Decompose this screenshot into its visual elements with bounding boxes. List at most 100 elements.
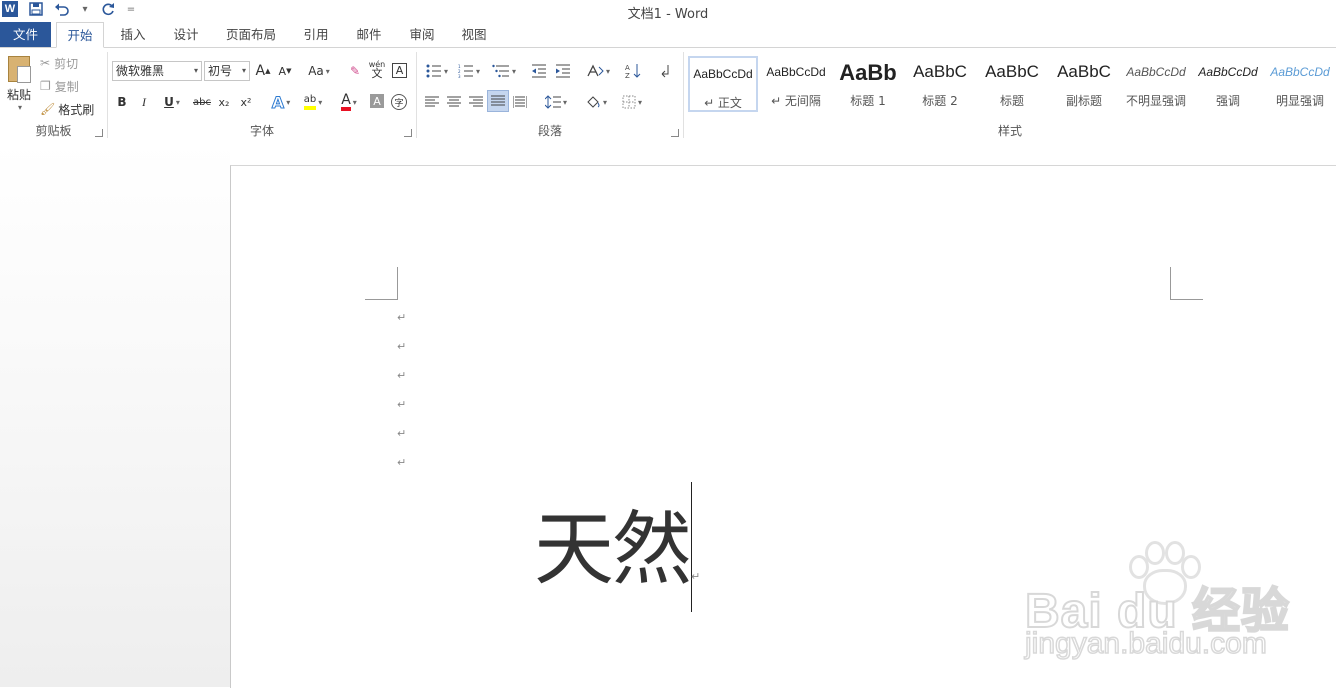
font-color-button[interactable]: A ▾ [334,92,364,112]
margin-corner-left [365,267,398,300]
sort-button[interactable]: AZ [623,61,643,81]
show-hide-marks-button[interactable] [655,61,675,81]
align-left-button[interactable] [423,92,441,112]
svg-text:3: 3 [458,74,461,78]
clear-formatting-button[interactable]: ✎ [346,61,364,81]
enclose-characters-button[interactable]: 字 [390,92,408,112]
font-size-value: 初号 [208,64,233,78]
borders-button[interactable]: ▾ [617,92,647,112]
multilevel-list-icon [492,64,509,78]
text-effects-icon: A [271,92,285,112]
shrink-font-button[interactable]: A ▼ [276,61,294,81]
character-shading-button[interactable]: A [370,94,384,108]
increase-indent-button[interactable] [553,61,573,81]
window-title: 文档1 - Word [627,7,709,22]
dialog-launcher-icon[interactable] [404,129,412,137]
bold-button[interactable]: B [114,92,130,112]
tab-design[interactable]: 设计 [164,22,208,48]
ribbon: 粘贴 ▾ ✂ 剪切 ❐ 复制 🖌 格式刷 剪贴板 微软雅黑 ▾ 初号 ▾ A ▲ … [0,47,1336,142]
bullets-icon [426,64,441,78]
scissors-icon: ✂ [40,56,51,70]
copy-icon: ❐ [40,79,51,93]
enclose-characters-icon: 字 [391,94,407,110]
tab-home[interactable]: 开始 [56,22,104,48]
copy-button[interactable]: ❐ 复制 [40,77,79,95]
phonetic-guide-button[interactable]: wén 文 [368,59,386,79]
numbering-button[interactable]: 1 2 3 ▾ [455,61,483,81]
tab-view[interactable]: 视图 [452,22,496,48]
dialog-launcher-icon[interactable] [671,129,679,137]
italic-button[interactable]: I [136,92,152,112]
text-cursor [691,482,692,612]
align-right-icon [469,96,483,107]
shrink-font-icon: A [278,64,287,78]
align-right-button[interactable] [467,92,485,112]
clipboard-group-label: 剪贴板 [35,124,72,138]
paragraph-mark: ↵ [397,311,407,324]
font-group-label: 字体 [249,124,274,138]
format-painter-button[interactable]: 🖌 格式刷 [40,100,94,118]
tab-mailings[interactable]: 邮件 [348,22,390,48]
font-size-combo[interactable]: 初号 ▾ [204,61,250,81]
cut-button[interactable]: ✂ 剪切 [40,54,78,72]
chevron-down-icon: ▾ [17,103,22,112]
character-border-icon: A [395,64,404,77]
paragraph-mark: ↵ [397,456,407,469]
tab-review[interactable]: 审阅 [400,22,444,48]
align-center-icon [447,96,461,107]
dialog-launcher-icon[interactable] [95,129,103,137]
ribbon-tabs: 文件 开始 插入 设计 页面布局 引用 邮件 审阅 视图 [0,22,1336,48]
chevron-down-icon: ▾ [241,66,246,75]
font-name-combo[interactable]: 微软雅黑 ▾ [112,61,202,81]
document-workspace: ↵ ↵ ↵ ↵ ↵ ↵ 天然 ↵ Bai du 经验 jingyan.baidu… [0,141,1336,688]
superscript-button[interactable]: x² [238,92,254,112]
numbering-icon: 123 [458,64,473,78]
font-group: 微软雅黑 ▾ 初号 ▾ A ▲ A ▼ Aa ▾ ✎ wén 文 A B I U ▾ a… [108,48,416,141]
distributed-button[interactable] [511,92,529,112]
change-case-button[interactable]: Aa ▾ [304,61,334,81]
document-text[interactable]: 天然 [534,500,692,600]
tab-references[interactable]: 引用 [294,22,338,48]
align-left-icon [425,96,439,107]
line-spacing-icon [544,95,561,109]
borders-icon [622,95,636,109]
tab-layout[interactable]: 页面布局 [218,22,284,48]
decrease-indent-button[interactable] [529,61,549,81]
decrease-indent-icon [532,64,546,78]
align-center-button[interactable] [445,92,463,112]
font-name-value: 微软雅黑 [116,64,165,78]
eraser-icon: ✎ [349,64,361,78]
line-spacing-button[interactable]: ▾ [541,92,571,112]
character-border-button[interactable]: A [392,63,407,78]
chinese-layout-button[interactable]: ▾ [583,61,613,81]
strikethrough-button[interactable]: abc [192,92,212,112]
tab-file[interactable]: 文件 [0,22,51,48]
paint-bucket-icon [587,96,600,108]
underline-icon: U [164,95,174,109]
paste-icon [8,56,31,83]
chinese-layout-icon [587,64,604,77]
bullets-button[interactable]: ▾ [423,61,451,81]
increase-indent-icon [556,64,570,78]
subscript-button[interactable]: x₂ [216,92,232,112]
paste-button[interactable]: 粘贴 ▾ [4,56,34,116]
paragraph-mark: ↵ [397,427,407,440]
highlight-button[interactable]: ab ▾ [298,92,328,112]
brush-icon: 🖌 [40,102,56,116]
tab-insert[interactable]: 插入 [112,22,154,48]
watermark-url: jingyan.baidu.com [1024,626,1267,661]
underline-button[interactable]: U ▾ [158,92,186,112]
justify-button[interactable] [487,90,509,112]
grow-font-button[interactable]: A ▲ [254,61,272,81]
paragraph-mark-icon [661,65,669,78]
svg-text:A: A [625,64,630,72]
shading-button[interactable]: ▾ [581,92,611,112]
font-color-icon: A [341,93,351,111]
text-effects-button[interactable]: A ▾ [266,92,296,112]
baidu-jingyan-watermark: Bai du 经验 jingyan.baidu.com [1024,541,1315,661]
left-margin-pane [0,141,230,687]
paragraph-group-label: 段落 [537,124,562,138]
margin-corner-right [1170,267,1203,300]
sort-icon: AZ [625,64,641,79]
multilevel-list-button[interactable]: ▾ [489,61,519,81]
